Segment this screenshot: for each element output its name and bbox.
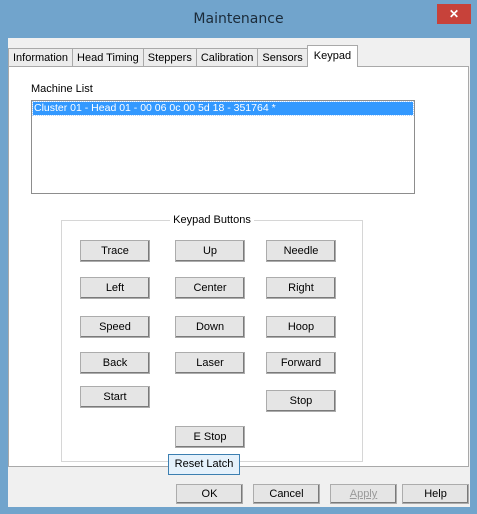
left-button[interactable]: Left [80, 277, 150, 299]
hoop-button[interactable]: Hoop [266, 316, 336, 338]
dialog-client: Information Head Timing Steppers Calibra… [8, 38, 470, 507]
help-button[interactable]: Help [402, 484, 469, 504]
maintenance-window: Maintenance ✕ Information Head Timing St… [0, 0, 477, 514]
e-stop-button[interactable]: E Stop [175, 426, 245, 448]
down-button[interactable]: Down [175, 316, 245, 338]
up-button[interactable]: Up [175, 240, 245, 262]
keypad-buttons-group: Keypad Buttons Trace Up Needle Left Cent… [61, 214, 363, 462]
keypad-buttons-title: Keypad Buttons [170, 214, 254, 226]
apply-button[interactable]: Apply [330, 484, 397, 504]
tab-calibration[interactable]: Calibration [195, 48, 259, 67]
needle-button[interactable]: Needle [266, 240, 336, 262]
tab-sensors[interactable]: Sensors [257, 48, 308, 67]
speed-button[interactable]: Speed [80, 316, 150, 338]
tab-steppers[interactable]: Steppers [142, 48, 197, 67]
forward-button[interactable]: Forward [266, 352, 336, 374]
machine-list-label: Machine List [31, 83, 93, 95]
center-button[interactable]: Center [175, 277, 245, 299]
tab-information[interactable]: Information [8, 48, 74, 67]
machine-list[interactable]: Cluster 01 - Head 01 - 00 06 0c 00 5d 18… [31, 100, 415, 194]
keypad-panel: Machine List Cluster 01 - Head 01 - 00 0… [8, 66, 469, 467]
tab-head-timing[interactable]: Head Timing [72, 48, 144, 67]
tab-keypad[interactable]: Keypad [306, 45, 359, 67]
close-button[interactable]: ✕ [437, 4, 471, 24]
title-bar[interactable]: Maintenance ✕ [0, 0, 477, 38]
close-icon: ✕ [448, 7, 460, 21]
tab-strip: Information Head Timing Steppers Calibra… [8, 45, 359, 67]
back-button[interactable]: Back [80, 352, 150, 374]
cancel-button[interactable]: Cancel [253, 484, 320, 504]
right-button[interactable]: Right [266, 277, 336, 299]
window-title: Maintenance [193, 11, 284, 27]
laser-button[interactable]: Laser [175, 352, 245, 374]
reset-latch-button[interactable]: Reset Latch [168, 454, 240, 475]
stop-button[interactable]: Stop [266, 390, 336, 412]
machine-list-item[interactable]: Cluster 01 - Head 01 - 00 06 0c 00 5d 18… [32, 101, 414, 116]
start-button[interactable]: Start [80, 386, 150, 408]
trace-button[interactable]: Trace [80, 240, 150, 262]
ok-button[interactable]: OK [176, 484, 243, 504]
